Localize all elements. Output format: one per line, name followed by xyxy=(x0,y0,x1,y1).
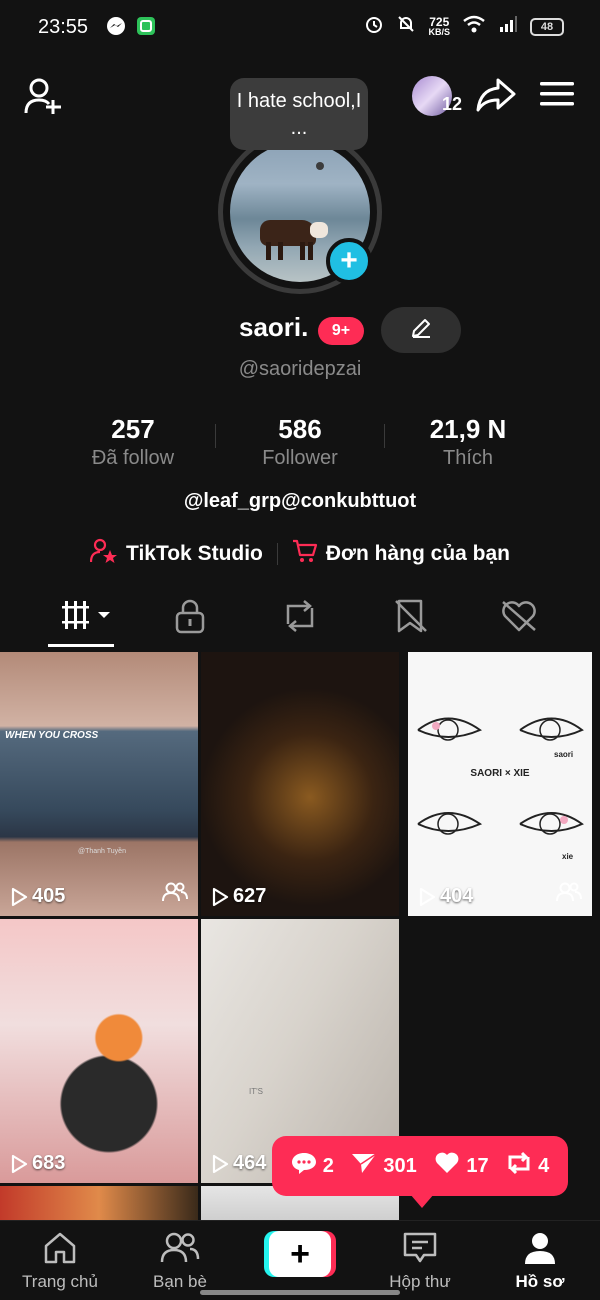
account-notification-count: 12 xyxy=(442,94,463,114)
active-tab-indicator xyxy=(48,644,114,647)
view-count: 405 xyxy=(10,885,65,908)
edit-profile-button[interactable] xyxy=(381,307,461,353)
pencil-icon xyxy=(410,317,432,344)
messenger-icon xyxy=(106,16,126,41)
video-tile[interactable]: WHEN YOU CROSS @Thanh Tuyền 405 xyxy=(0,652,198,916)
orders-link[interactable]: Đơn hàng của bạn xyxy=(292,538,510,570)
creator-star-icon xyxy=(89,538,118,570)
view-count: 464 xyxy=(211,1152,266,1175)
bottom-nav: Trang chủ Bạn bè + Hộp thư Hồ sơ xyxy=(0,1220,600,1300)
wifi-icon xyxy=(462,14,486,39)
stat-likes[interactable]: 21,9 N Thích xyxy=(388,414,548,470)
shares-count: 301 xyxy=(351,1151,417,1181)
view-count: 404 xyxy=(418,885,473,908)
lock-icon xyxy=(174,599,206,638)
tiktok-studio-link[interactable]: TikTok Studio xyxy=(89,538,263,570)
repost-icon xyxy=(506,1151,532,1181)
display-name: saori. xyxy=(239,312,309,342)
heart-hidden-icon xyxy=(500,601,538,638)
video-tile[interactable] xyxy=(0,1186,198,1220)
grid-icon xyxy=(62,601,112,636)
activity-popup[interactable]: 2 301 17 4 xyxy=(272,1136,568,1196)
tab-videos[interactable] xyxy=(62,598,112,637)
view-count: 627 xyxy=(211,885,266,908)
tab-liked[interactable] xyxy=(500,598,538,639)
video-tile[interactable]: 627 xyxy=(201,652,399,916)
nav-friends[interactable]: Bạn bè xyxy=(125,1231,235,1292)
view-count: 683 xyxy=(10,1152,65,1175)
friends-only-icon xyxy=(162,881,188,908)
send-icon xyxy=(351,1151,377,1181)
profile-tabs xyxy=(0,592,600,648)
mute-icon xyxy=(396,14,416,39)
note-bubble[interactable]: I hate school,I ... xyxy=(230,78,368,150)
video-tile[interactable]: 683 xyxy=(0,919,198,1183)
friends-only-icon xyxy=(556,881,582,908)
repost-icon xyxy=(282,600,318,638)
menu-icon[interactable] xyxy=(540,80,574,113)
nav-profile[interactable]: Hồ sơ xyxy=(485,1231,595,1292)
profile-links: TikTok Studio Đơn hàng của bạn xyxy=(0,538,600,570)
home-indicator[interactable] xyxy=(200,1290,400,1295)
home-icon xyxy=(42,1232,78,1269)
reposts-count: 4 xyxy=(506,1151,549,1181)
add-story-button[interactable]: + xyxy=(326,238,372,284)
alarm-icon xyxy=(364,14,384,39)
stat-following[interactable]: 257 Đã follow xyxy=(53,414,213,470)
bio[interactable]: @leaf_grp@conkubttuot xyxy=(0,490,600,513)
username: @saoridepzai xyxy=(238,358,362,380)
comments-count: 2 xyxy=(291,1151,334,1181)
tab-reposts[interactable] xyxy=(282,598,318,639)
profile-icon xyxy=(523,1233,557,1269)
friends-icon xyxy=(160,1232,200,1269)
tab-private[interactable] xyxy=(174,598,206,639)
battery-icon: 48 xyxy=(530,17,564,36)
stat-followers[interactable]: 586 Follower xyxy=(220,414,380,470)
tab-favorites[interactable] xyxy=(394,598,428,639)
create-plus-icon: + xyxy=(269,1231,331,1277)
app-notification-icon xyxy=(136,16,156,41)
bookmark-icon xyxy=(394,599,428,638)
inbox-icon xyxy=(402,1232,438,1269)
shopping-cart-icon xyxy=(292,538,318,570)
video-tile[interactable]: SAORI × XIE saori xie 404 xyxy=(408,652,592,916)
signal-icon xyxy=(498,14,518,39)
name-badge[interactable]: 9+ xyxy=(318,317,364,345)
status-time: 23:55 xyxy=(38,16,89,38)
share-icon[interactable] xyxy=(476,78,516,117)
nav-inbox[interactable]: Hộp thư xyxy=(365,1231,475,1292)
eye-drawing-illustration xyxy=(417,717,584,835)
heart-icon xyxy=(434,1151,460,1181)
status-bar: 23:55 725 KB/S 48 xyxy=(0,0,600,54)
nav-home[interactable]: Trang chủ xyxy=(5,1231,115,1292)
create-button[interactable]: + xyxy=(264,1231,336,1277)
likes-count: 17 xyxy=(434,1151,489,1181)
add-friend-icon[interactable] xyxy=(24,78,64,121)
comment-icon xyxy=(291,1151,317,1181)
network-speed: 725 KB/S xyxy=(428,14,450,37)
